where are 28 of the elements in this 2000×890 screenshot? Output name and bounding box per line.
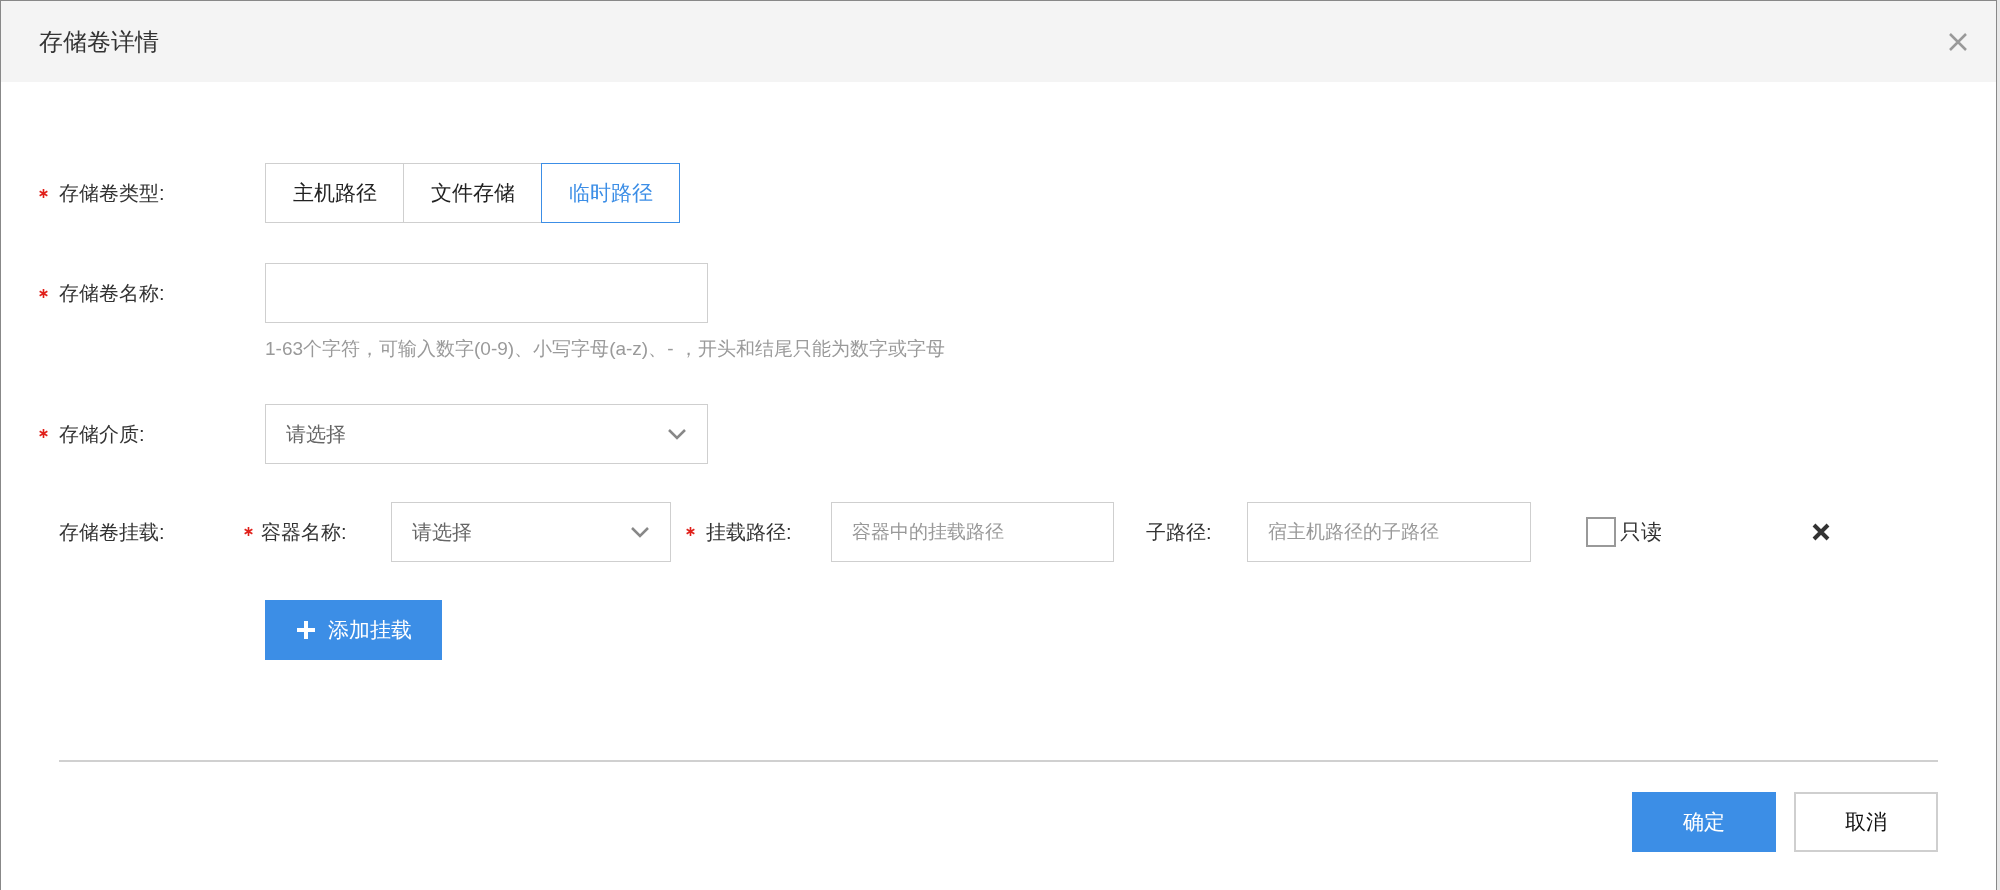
field-label: 存储卷类型: — [59, 181, 165, 206]
plus-icon — [295, 619, 316, 640]
select-field[interactable]: 请选择 — [265, 403, 708, 464]
add-mount-button[interactable]: 添加挂载 — [265, 599, 442, 660]
select-placeholder: 请选择 — [412, 519, 472, 545]
input-field[interactable] — [265, 263, 708, 323]
field-label: 存储介质: — [59, 421, 145, 447]
type-tab[interactable]: 主机路径 — [265, 163, 404, 223]
field-label: 挂载路径: — [706, 519, 793, 545]
hint-text: 1-63个字符，可输入数字(0-9)、小写字母(a-z)、- ，开头和结尾只能为数字或字母 — [265, 337, 945, 361]
input-field[interactable]: 容器中的挂载路径 — [831, 501, 1114, 562]
type-tab[interactable]: 临时路径 — [541, 163, 680, 223]
type-tab[interactable]: 文件存储 — [403, 163, 542, 223]
field-label: 存储卷名称: — [59, 281, 165, 306]
confirm-button[interactable]: 确定 — [1632, 791, 1776, 852]
field-label: 容器名称: — [261, 519, 348, 545]
select-field[interactable]: 请选择 — [391, 501, 671, 562]
chevron-down-icon — [630, 525, 650, 538]
input-field[interactable]: 宿主机路径的子路径 — [1247, 501, 1531, 562]
chevron-down-icon — [667, 427, 687, 440]
checkbox[interactable] — [1586, 516, 1616, 547]
close-icon[interactable] — [1812, 522, 1830, 541]
select-placeholder: 请选择 — [286, 421, 346, 447]
cancel-button[interactable]: 取消 — [1794, 791, 1938, 852]
field-label: 存储卷挂载: — [59, 519, 166, 545]
dialog-title: 存储卷详情 — [39, 26, 159, 57]
checkbox-label: 只读 — [1620, 518, 1663, 545]
field-label: 子路径: — [1146, 519, 1213, 545]
